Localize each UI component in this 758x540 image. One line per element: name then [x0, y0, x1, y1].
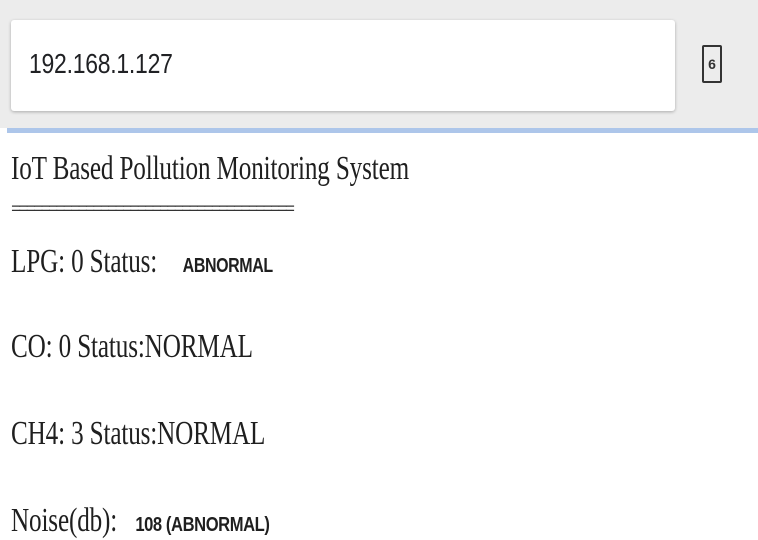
- noise-reading: Noise(db): 108 (ABNORMAL): [11, 502, 270, 540]
- lpg-reading: LPG: 0 Status: ABNORMAL: [11, 243, 273, 281]
- ch4-reading: CH4: 3 Status:NORMAL: [11, 415, 266, 452]
- tab-switcher-button[interactable]: 6: [702, 45, 722, 83]
- separator-line: ======================================: [11, 201, 295, 220]
- tab-count: 6: [708, 56, 716, 72]
- page-load-progress-bar: [7, 128, 758, 133]
- co-reading: CO: 0 Status:NORMAL: [11, 328, 253, 365]
- noise-value: 108 (ABNORMAL): [135, 514, 270, 536]
- page-title: IoT Based Pollution Monitoring System: [11, 150, 410, 187]
- browser-toolbar: 192.168.1.127 6: [0, 0, 758, 128]
- noise-label: Noise(db):: [11, 502, 118, 539]
- lpg-status-badge: ABNORMAL: [182, 255, 273, 277]
- lpg-label: LPG: 0 Status:: [11, 243, 158, 280]
- url-text[interactable]: 192.168.1.127: [29, 48, 173, 80]
- address-bar[interactable]: 192.168.1.127: [11, 20, 675, 111]
